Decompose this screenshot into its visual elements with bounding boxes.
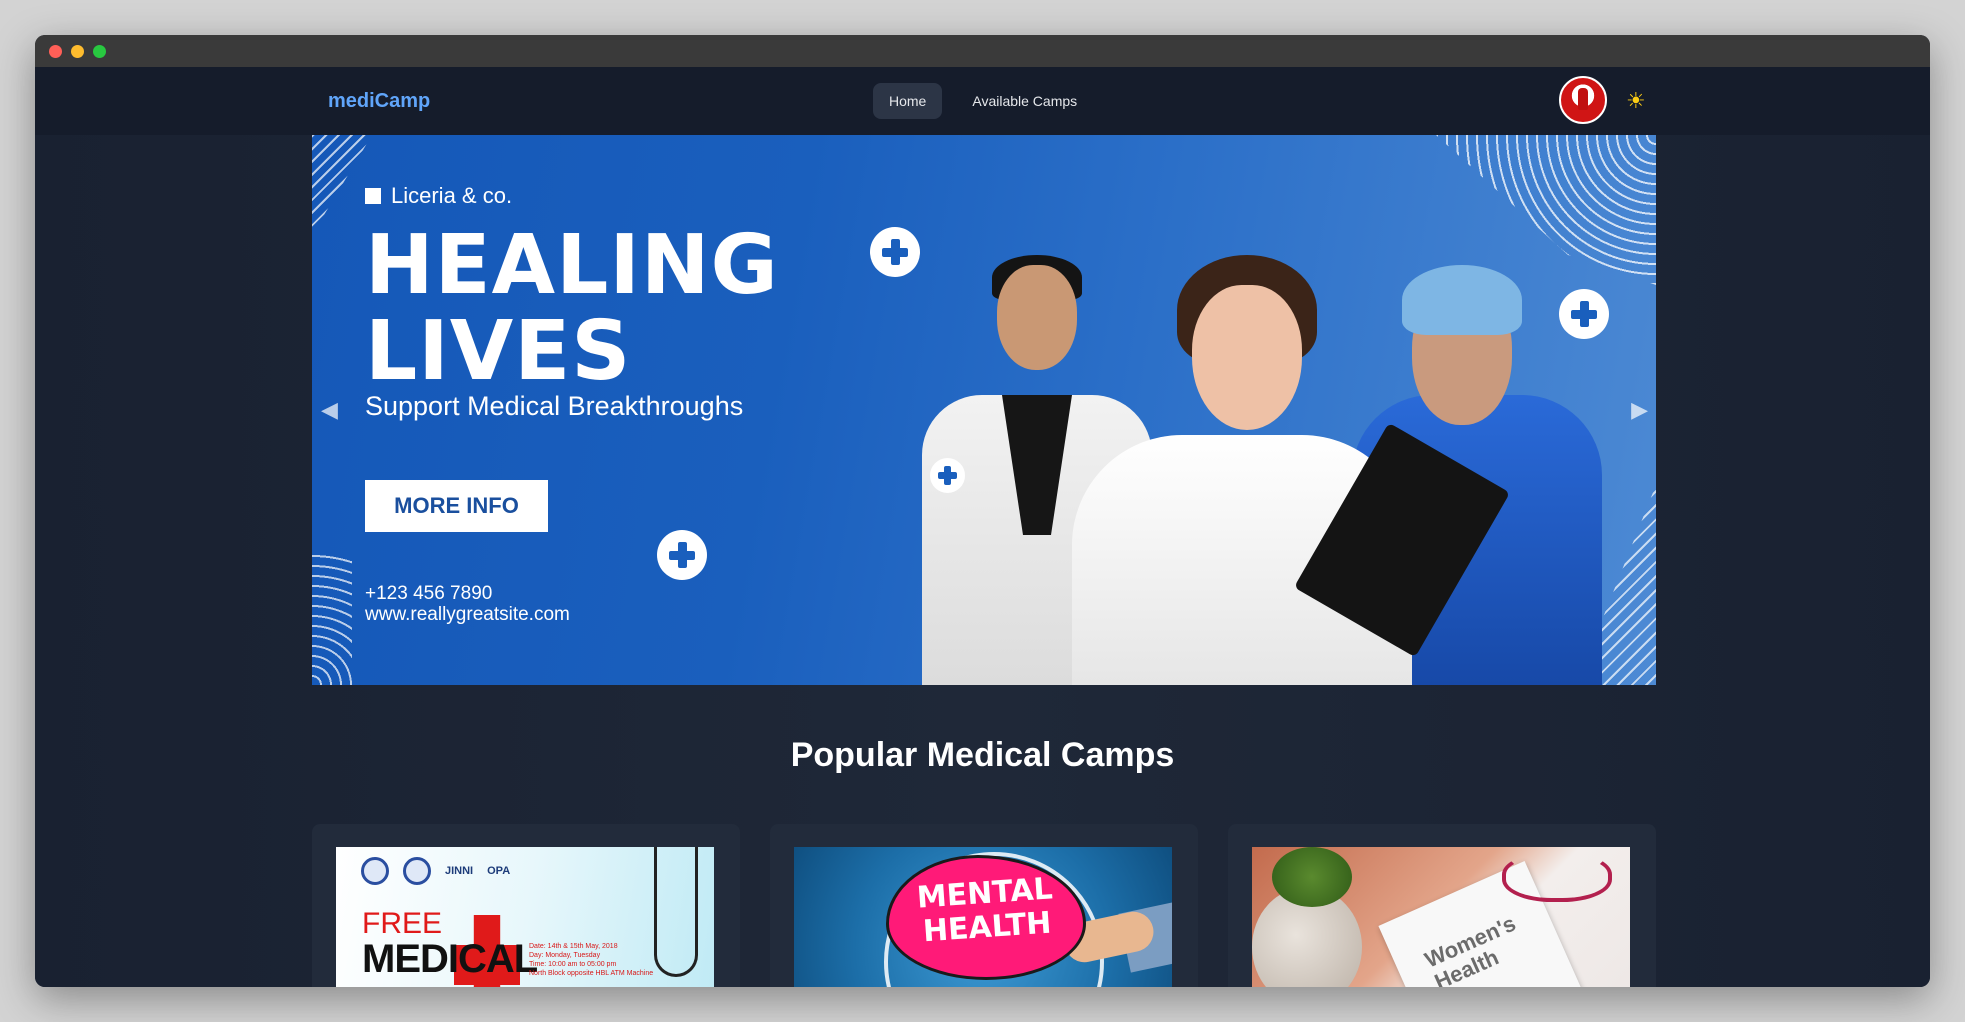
more-info-button[interactable]: MORE INFO	[365, 480, 548, 532]
sponsor-logo-icon	[361, 857, 389, 885]
minimize-window-button[interactable]	[71, 44, 84, 58]
banner-subline: Support Medical Breakthroughs	[365, 391, 744, 421]
nurse-illustration	[1192, 285, 1302, 430]
camp-detail-line: Date: 14th & 15th May, 2018	[529, 943, 618, 950]
square-icon	[365, 188, 381, 204]
carousel-prev-arrow-icon[interactable]: ◀	[321, 397, 338, 423]
close-window-button[interactable]	[49, 44, 62, 58]
camp-card-image: JINNI OPA FREE MEDICAL Date: 14th & 15th…	[336, 847, 714, 987]
banner-brand-line: Liceria & co.	[365, 183, 512, 209]
sponsor-logo-icon	[403, 857, 431, 885]
camp-card[interactable]: JINNI OPA FREE MEDICAL Date: 14th & 15th…	[312, 824, 740, 987]
plus-icon	[1559, 289, 1609, 339]
plus-icon	[930, 458, 965, 493]
decorative-lines	[312, 555, 352, 685]
decorative-lines	[1436, 135, 1656, 285]
nav-links: Home Available Camps	[873, 83, 1093, 119]
decorative-lines	[312, 135, 372, 235]
section-title: Popular Medical Camps	[790, 736, 1175, 774]
carousel-next-arrow-icon[interactable]: ▶	[1631, 397, 1648, 423]
stethoscope-icon	[654, 847, 698, 977]
window-titlebar	[35, 35, 1930, 67]
camp-card[interactable]: Women's Health	[1228, 824, 1656, 987]
banner-phone: +123 456 7890	[365, 583, 493, 604]
brand-logo[interactable]: mediCamp	[328, 90, 430, 113]
user-avatar[interactable]	[1559, 76, 1607, 124]
hero-banner: Liceria & co. HEALING LIVES Support Medi…	[312, 135, 1656, 685]
camp-detail-line: North Block opposite HBL ATM Machine	[529, 970, 654, 977]
headline-line-1: HEALING	[365, 218, 779, 313]
plant-leaves-illustration	[1272, 847, 1352, 907]
camp-medical-text: MEDICAL	[362, 937, 538, 981]
browser-window: mediCamp Home Available Camps ☀ Liceria …	[35, 35, 1930, 987]
sponsor-logo-opa: OPA	[487, 865, 511, 877]
camp-card-image: Women's Health	[1252, 847, 1630, 987]
nav-link-home[interactable]: Home	[873, 83, 943, 119]
doctor-illustration	[997, 265, 1077, 370]
camp-card[interactable]: MENTAL HEALTH	[770, 824, 1198, 987]
headline-line-2: LIVES	[365, 304, 632, 399]
sponsor-logo-jinni: JINNI	[445, 865, 474, 877]
page: mediCamp Home Available Camps ☀ Liceria …	[35, 67, 1930, 987]
banner-contact: +123 456 7890 www.reallygreatsite.com	[365, 583, 570, 625]
navbar: mediCamp Home Available Camps ☀	[35, 67, 1930, 135]
banner-brand-text: Liceria & co.	[391, 183, 513, 208]
plus-icon	[870, 227, 920, 277]
camp-detail-line: Time: 10:00 am to 05:00 pm	[529, 961, 617, 968]
plus-icon	[657, 530, 707, 580]
mental-health-text: MENTAL HEALTH	[884, 870, 1088, 952]
glasses-illustration	[1502, 852, 1612, 902]
sun-icon[interactable]: ☀	[1626, 87, 1646, 115]
maximize-window-button[interactable]	[93, 44, 106, 58]
surgeon-illustration	[1402, 265, 1522, 335]
banner-headline: HEALING LIVES	[365, 223, 779, 395]
camp-free-text: FREE	[362, 907, 443, 940]
camp-detail-line: Day: Monday, Tuesday	[529, 952, 601, 959]
sponsor-logos: JINNI OPA	[361, 857, 510, 885]
banner-website: www.reallygreatsite.com	[365, 604, 570, 625]
nav-link-available-camps[interactable]: Available Camps	[956, 83, 1093, 119]
camp-card-image: MENTAL HEALTH	[794, 847, 1172, 987]
camp-details: Date: 14th & 15th May, 2018 Day: Monday,…	[529, 942, 653, 978]
